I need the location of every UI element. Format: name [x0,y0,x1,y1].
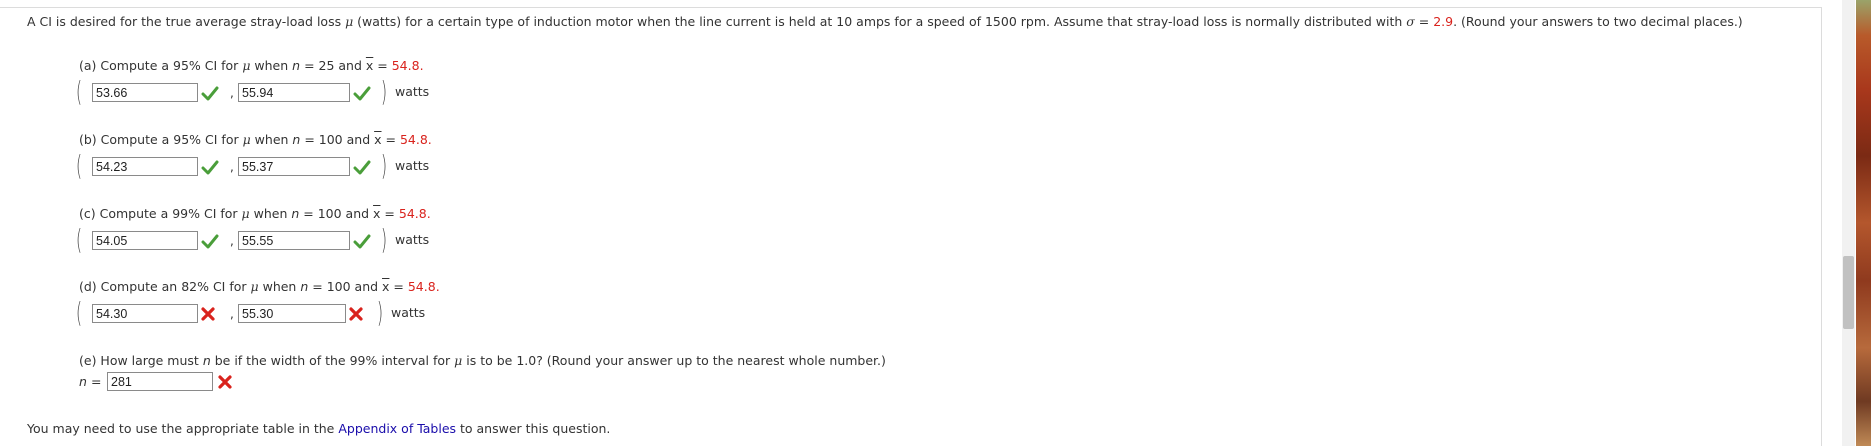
n-symbol: n [292,58,301,73]
appendix-link[interactable]: Appendix of Tables [338,421,456,436]
part-d: (d) Compute an 82% CI for μ when n = 100… [76,278,979,328]
unit-label: watts [391,305,426,320]
part-b-question: (b) Compute a 95% CI for μ when n = 100 … [79,131,979,149]
x-mark-icon [218,375,232,389]
unit-label: watts [395,232,430,247]
scrollbar-thumb[interactable] [1843,256,1854,329]
checkmark-icon [201,234,219,249]
comma: , [230,307,234,321]
q-text: = 100 and [299,206,374,221]
unit-label: watts [395,84,430,99]
part-c-question: (c) Compute a 99% CI for μ when n = 100 … [79,205,979,223]
part-d-answer-row: ( 54.30 , 55.30 ) watts [76,296,679,329]
checkmark-icon [353,234,371,249]
close-paren: ) [381,223,388,256]
note-text: You may need to use the appropriate tabl… [27,421,339,436]
part-c-answer-row: ( 54.05 , 55.55 ) watts [76,223,679,256]
problem-statement: A CI is desired for the true average str… [27,12,1807,31]
open-paren: ( [76,149,83,182]
q-text: = 100 and [300,132,375,147]
note-text-2: to answer this question. [456,421,611,436]
open-paren: ( [76,75,83,108]
equals: = [87,374,106,389]
part-b: (b) Compute a 95% CI for μ when n = 100 … [76,131,979,181]
part-e-answer-row: n = 281 [79,370,479,394]
checkmark-icon [353,86,371,101]
sigma-symbol: σ [1406,14,1415,29]
intro-text-2: (watts) for a certain type of induction … [353,14,1407,29]
q-text: (c) Compute a 99% CI for [79,206,242,221]
q-text: be if the width of the 99% interval for [210,353,455,368]
q-end: . [426,206,431,221]
q-text: when [258,279,301,294]
q-text: (a) Compute a 95% CI for [79,58,243,73]
sigma-value: 2.9 [1433,14,1454,29]
vertical-scrollbar[interactable] [1842,0,1855,446]
unit-label: watts [395,158,430,173]
mu-symbol: μ [345,14,354,29]
equals: = [1414,14,1434,29]
table-note: You may need to use the appropriate tabl… [27,421,610,436]
part-c-upper-input[interactable]: 55.55 [238,231,350,250]
open-paren: ( [76,223,83,256]
part-a: (a) Compute a 95% CI for μ when n = 25 a… [76,57,979,107]
q-text: when [249,206,292,221]
q-text: is to be 1.0? (Round your answer up to t… [462,353,886,368]
part-d-upper-input[interactable]: 55.30 [238,304,346,323]
x-mark-icon [201,307,215,321]
close-paren: ) [381,75,388,108]
checkmark-icon [201,160,219,175]
n-symbol: n [202,353,211,368]
part-b-upper-input[interactable]: 55.37 [238,157,350,176]
x-mark-icon [349,307,363,321]
n-label: n [79,374,87,389]
xbar-value: 54.8 [407,279,436,294]
comma: , [230,160,234,174]
q-text: = [380,206,399,221]
q-text: = [373,58,392,73]
q-text: (d) Compute an 82% CI for [79,279,251,294]
xbar-symbol: x [374,132,382,147]
part-b-answer-row: ( 54.23 , 55.37 ) watts [76,149,679,182]
part-a-answer-row: ( 53.66 , 55.94 ) watts [76,75,679,108]
q-text: = 100 and [308,279,383,294]
intro-text-3: . (Round your answers to two decimal pla… [1453,14,1743,29]
xbar-value: 54.8 [398,206,427,221]
close-paren: ) [381,149,388,182]
part-e-question: (e) How large must n be if the width of … [79,352,979,370]
part-a-lower-input[interactable]: 53.66 [92,83,198,102]
comma: , [230,86,234,100]
q-text: = 25 and [300,58,366,73]
q-text: = [389,279,408,294]
q-text: (e) How large must [79,353,203,368]
part-a-question: (a) Compute a 95% CI for μ when n = 25 a… [79,57,979,75]
intro-text: A CI is desired for the true average str… [27,14,346,29]
part-e: (e) How large must n be if the width of … [79,352,979,370]
checkmark-icon [201,86,219,101]
q-end: . [419,58,424,73]
q-end: . [427,132,432,147]
q-end: . [435,279,440,294]
comma: , [230,234,234,248]
mu-symbol: μ [242,132,251,147]
part-b-lower-input[interactable]: 54.23 [92,157,198,176]
part-d-question: (d) Compute an 82% CI for μ when n = 100… [79,278,979,296]
part-c-lower-input[interactable]: 54.05 [92,231,198,250]
close-paren: ) [377,296,384,329]
part-e-n-input[interactable]: 281 [107,372,213,391]
part-a-upper-input[interactable]: 55.94 [238,83,350,102]
xbar-value: 54.8 [399,132,428,147]
xbar-value: 54.8 [391,58,420,73]
background-image-edge [1856,0,1871,446]
q-text: (b) Compute a 95% CI for [79,132,243,147]
open-paren: ( [76,296,83,329]
mu-symbol: μ [241,206,250,221]
part-c: (c) Compute a 99% CI for μ when n = 100 … [76,205,979,255]
mu-symbol: μ [250,279,259,294]
q-text: = [381,132,400,147]
q-text: when [250,58,293,73]
q-text: when [250,132,293,147]
part-d-lower-input[interactable]: 54.30 [92,304,198,323]
checkmark-icon [353,160,371,175]
